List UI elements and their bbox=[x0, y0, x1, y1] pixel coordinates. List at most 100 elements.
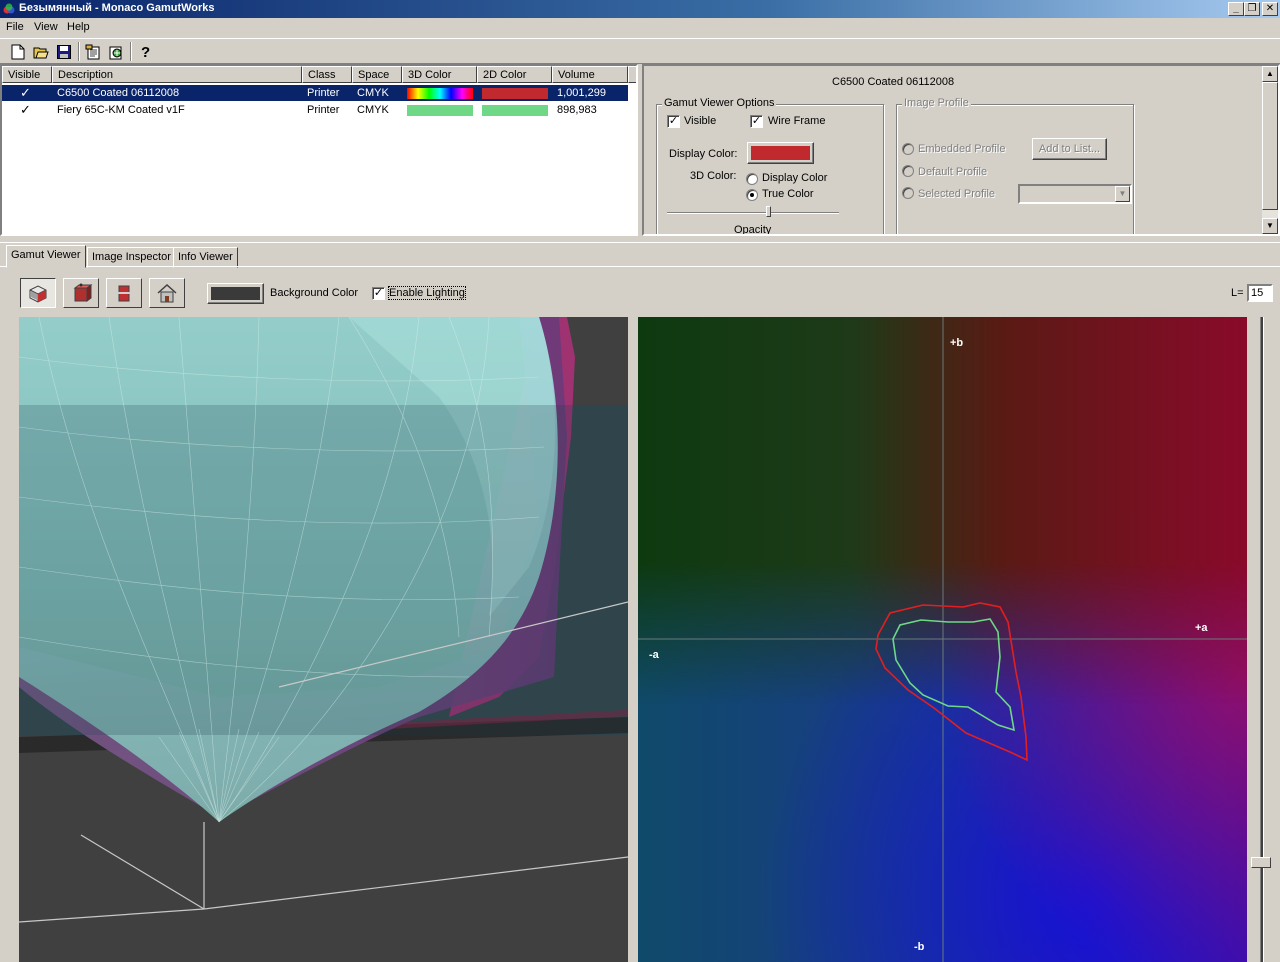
app-icon bbox=[3, 3, 15, 14]
column-space[interactable]: Space bbox=[352, 66, 402, 83]
minimize-button[interactable]: _ bbox=[1228, 2, 1244, 16]
group-title: Image Profile bbox=[902, 97, 971, 109]
gamut-cube-icon[interactable] bbox=[63, 278, 99, 308]
home-view-icon[interactable] bbox=[149, 278, 185, 308]
row-class: Printer bbox=[307, 104, 340, 116]
save-icon[interactable] bbox=[53, 41, 75, 62]
row-volume: 898,983 bbox=[557, 104, 597, 116]
add-to-list-button[interactable]: Add to List... bbox=[1032, 138, 1107, 160]
gamut-2d-viewport[interactable]: +b -b +a -a bbox=[638, 317, 1247, 962]
radio-embedded-label: Embedded Profile bbox=[918, 143, 1006, 155]
row-description: Fiery 65C-KM Coated v1F bbox=[57, 104, 185, 116]
row-space: CMYK bbox=[357, 104, 389, 116]
column-description[interactable]: Description bbox=[52, 66, 302, 83]
radio-true-color[interactable] bbox=[746, 189, 758, 201]
gamut-viewer-options-group: Gamut Viewer Options ✓ Visible ✓ Wire Fr… bbox=[656, 97, 884, 236]
tab-panel-border bbox=[0, 266, 1280, 267]
axis-label-minus-b: -b bbox=[914, 941, 925, 953]
enable-lighting-label: Enable Lighting bbox=[388, 286, 466, 300]
group-title: Gamut Viewer Options bbox=[662, 97, 777, 109]
radio-selected-profile[interactable] bbox=[902, 187, 914, 199]
visible-checkmark[interactable]: ✓ bbox=[20, 102, 31, 118]
column-filler bbox=[628, 66, 636, 83]
radio-display-color-label: Display Color bbox=[762, 172, 828, 184]
opacity-slider-track[interactable] bbox=[667, 212, 839, 214]
visible-checkbox[interactable]: ✓ bbox=[667, 115, 680, 128]
row-2d-color-swatch[interactable] bbox=[482, 105, 548, 116]
radio-default-profile[interactable] bbox=[902, 165, 914, 177]
opacity-slider-thumb[interactable] bbox=[766, 206, 771, 217]
menu-view[interactable]: View bbox=[34, 21, 58, 33]
radio-embedded-profile[interactable] bbox=[902, 143, 914, 155]
add-profile-icon[interactable] bbox=[105, 41, 127, 62]
tab-gamut-viewer[interactable]: Gamut Viewer bbox=[6, 245, 86, 268]
axis-label-minus-a: -a bbox=[649, 649, 659, 661]
row-3d-color-swatch[interactable] bbox=[407, 105, 473, 116]
properties-scrollbar[interactable]: ▲ ▼ bbox=[1262, 66, 1278, 234]
open-icon[interactable] bbox=[30, 41, 52, 62]
import-icon[interactable] bbox=[82, 41, 104, 62]
gamut-3d-render[interactable] bbox=[19, 317, 628, 962]
column-2d-color[interactable]: 2D Color bbox=[477, 66, 552, 83]
row-description: C6500 Coated 06112008 bbox=[57, 87, 180, 99]
radio-true-color-label: True Color bbox=[762, 188, 814, 200]
column-visible[interactable]: Visible bbox=[2, 66, 52, 83]
svg-text:?: ? bbox=[141, 44, 150, 60]
wire-frame-checkbox[interactable]: ✓ bbox=[750, 115, 763, 128]
column-class[interactable]: Class bbox=[302, 66, 352, 83]
profile-list[interactable]: Visible Description Class Space 3D Color… bbox=[0, 64, 638, 236]
column-volume[interactable]: Volume bbox=[552, 66, 628, 83]
row-class: Printer bbox=[307, 87, 340, 99]
visible-checkmark[interactable]: ✓ bbox=[20, 85, 31, 101]
tab-bar: Gamut Viewer Image Inspector Info Viewer bbox=[0, 242, 1280, 268]
menu-help[interactable]: Help bbox=[67, 21, 90, 33]
opacity-label: Opacity bbox=[734, 224, 772, 236]
l-value-input[interactable]: 15 bbox=[1247, 284, 1273, 302]
menu-file[interactable]: File bbox=[6, 21, 24, 33]
display-color-button[interactable] bbox=[747, 142, 814, 164]
row-space: CMYK bbox=[357, 87, 389, 99]
background-color-button[interactable] bbox=[207, 283, 264, 304]
profile-name: C6500 Coated 06112008 bbox=[832, 76, 955, 88]
radio-display-color[interactable] bbox=[746, 173, 758, 185]
ab-plane-plot[interactable] bbox=[638, 317, 1247, 962]
background-color-label: Background Color bbox=[270, 287, 359, 299]
restore-button[interactable]: ❐ bbox=[1244, 2, 1260, 16]
tab-info-viewer[interactable]: Info Viewer bbox=[173, 247, 238, 268]
image-profile-group: Image Profile Embedded Profile Add to Li… bbox=[896, 97, 1134, 234]
table-row[interactable]: ✓ C6500 Coated 06112008 Printer CMYK 1,0… bbox=[2, 85, 628, 101]
gamut-slice-icon[interactable] bbox=[106, 278, 142, 308]
window-title: Безымянный - Monaco GamutWorks bbox=[19, 2, 215, 14]
new-icon[interactable] bbox=[7, 41, 29, 62]
gamut-view-icon[interactable] bbox=[20, 278, 56, 308]
l-value-label: L= bbox=[1231, 287, 1244, 299]
wire-frame-label: Wire Frame bbox=[768, 115, 826, 127]
toolbar-separator bbox=[78, 42, 80, 61]
3d-color-label: 3D Color: bbox=[690, 170, 737, 182]
radio-default-label: Default Profile bbox=[918, 166, 988, 178]
radio-selected-label: Selected Profile bbox=[918, 188, 996, 200]
selected-profile-dropdown[interactable]: ▼ bbox=[1018, 184, 1132, 204]
scroll-down-icon[interactable]: ▼ bbox=[1262, 218, 1278, 234]
enable-lighting-checkbox[interactable]: ✓ bbox=[372, 287, 385, 300]
scroll-up-icon[interactable]: ▲ bbox=[1262, 66, 1278, 82]
tab-image-inspector[interactable]: Image Inspector bbox=[87, 247, 176, 268]
close-button[interactable]: ✕ bbox=[1262, 2, 1278, 16]
axis-label-plus-a: +a bbox=[1195, 622, 1208, 634]
row-3d-color-swatch[interactable] bbox=[407, 88, 473, 99]
menu-bar: File View Help bbox=[0, 18, 1280, 38]
lightness-slider[interactable] bbox=[1251, 317, 1271, 962]
lightness-slider-thumb[interactable] bbox=[1251, 857, 1271, 868]
chevron-down-icon[interactable]: ▼ bbox=[1115, 186, 1130, 202]
title-bar: Безымянный - Monaco GamutWorks _ ❐ ✕ bbox=[0, 0, 1280, 18]
axis-label-plus-b: +b bbox=[950, 337, 964, 349]
toolbar-separator bbox=[130, 42, 132, 61]
column-3d-color[interactable]: 3D Color bbox=[402, 66, 477, 83]
gamut-3d-viewport[interactable] bbox=[19, 317, 628, 962]
properties-panel: C6500 Coated 06112008 Gamut Viewer Optio… bbox=[642, 64, 1280, 236]
scroll-thumb[interactable] bbox=[1262, 82, 1278, 210]
row-volume: 1,001,299 bbox=[557, 87, 606, 99]
row-2d-color-swatch[interactable] bbox=[482, 88, 548, 99]
table-row[interactable]: ✓ Fiery 65C-KM Coated v1F Printer CMYK 8… bbox=[2, 102, 628, 118]
help-icon[interactable]: ? bbox=[134, 41, 156, 62]
